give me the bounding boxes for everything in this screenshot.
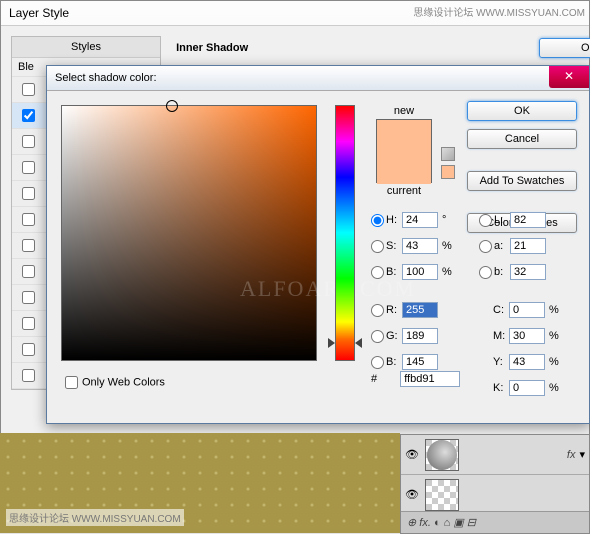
s-radio[interactable] [371,240,384,253]
bl-radio[interactable] [371,356,384,369]
b2-input[interactable] [510,264,546,280]
only-web-colors[interactable]: Only Web Colors [61,373,165,392]
layers-toolbar: ⊕ fx. ◐ ⌂ ▣ ⊟ [401,511,589,533]
b-radio[interactable] [371,266,384,279]
hex-label: # [371,373,377,385]
c-input[interactable] [509,302,545,318]
b-label: B: [386,266,402,278]
gamut-warning-icon[interactable] [441,147,455,161]
style-checkbox[interactable] [22,265,35,278]
m-input[interactable] [509,328,545,344]
hex-input[interactable] [400,371,460,387]
fx-badge[interactable]: fx [567,449,576,461]
inner-shadow-header: Inner Shadow [170,36,248,54]
color-picker-dialog: Select shadow color: ✕ ALFOART.COM new c… [46,65,590,424]
lab-cmyk-inputs: L: a: b: C:% M:% Y:% K:% [479,207,562,401]
style-checkbox[interactable] [22,317,35,330]
style-checkbox[interactable] [22,343,35,356]
layer-style-ok-button[interactable]: OK [539,38,590,58]
current-color[interactable] [377,152,431,184]
k-label: K: [493,382,509,394]
r-input[interactable] [402,302,438,318]
style-checkbox[interactable] [22,135,35,148]
hue-arrow-right-icon[interactable] [355,338,362,348]
bl-input[interactable] [402,354,438,370]
s-input[interactable] [402,238,438,254]
g-label: G: [386,330,402,342]
c-label: C: [493,304,509,316]
style-checkbox[interactable] [22,109,35,122]
a-label: a: [494,240,510,252]
l-input[interactable] [510,212,546,228]
visibility-icon[interactable]: 👁 [405,488,421,501]
l-radio[interactable] [479,214,492,227]
watermark-top: 思缘设计论坛 WWW.MISSYUAN.COM [413,4,585,19]
layer-thumbnail[interactable] [425,439,459,471]
y-input[interactable] [509,354,545,370]
h-label: H: [386,214,402,226]
k-input[interactable] [509,380,545,396]
current-label: current [375,185,433,197]
close-icon[interactable]: ✕ [549,66,589,88]
a-input[interactable] [510,238,546,254]
layer-thumbnail[interactable] [425,479,459,511]
r-label: R: [386,304,402,316]
layers-panel: 👁 fx ▾ 👁 ⊕ fx. ◐ ⌂ ▣ ⊟ [400,434,590,534]
layer-row[interactable]: 👁 fx ▾ [401,435,589,475]
hex-row: # [371,371,460,387]
style-checkbox[interactable] [22,369,35,382]
visibility-icon[interactable]: 👁 [405,448,421,461]
color-field[interactable]: ALFOART.COM [61,105,317,361]
style-checkbox[interactable] [22,239,35,252]
style-checkbox[interactable] [22,213,35,226]
g-radio[interactable] [371,330,384,343]
layer-row[interactable]: 👁 [401,475,589,515]
b2-label: b: [494,266,510,278]
style-checkbox[interactable] [22,291,35,304]
owc-label: Only Web Colors [82,376,165,388]
chevron-down-icon[interactable]: ▾ [579,448,585,461]
picker-title-text: Select shadow color: [55,72,157,84]
layers-icons[interactable]: ⊕ fx. ◐ ⌂ ▣ ⊟ [407,516,476,529]
h-radio[interactable] [371,214,384,227]
r-radio[interactable] [371,304,384,317]
y-label: Y: [493,356,509,368]
ok-button[interactable]: OK [467,101,577,121]
h-input[interactable] [402,212,438,228]
new-color[interactable] [377,120,431,152]
gamut-swatch[interactable] [441,165,455,179]
new-label: new [375,105,433,117]
hue-slider[interactable] [335,105,355,361]
hsb-rgb-inputs: H:° S:% B:% R: G: B: [371,207,454,375]
add-swatches-button[interactable]: Add To Swatches [467,171,577,191]
cancel-button[interactable]: Cancel [467,129,577,149]
hue-arrow-left-icon[interactable] [328,338,335,348]
l-label: L: [494,214,510,226]
a-radio[interactable] [479,240,492,253]
owc-checkbox[interactable] [65,376,78,389]
color-swatch: new current [375,105,433,197]
style-checkbox[interactable] [22,83,35,96]
b-input[interactable] [402,264,438,280]
style-checkbox[interactable] [22,161,35,174]
style-checkbox[interactable] [22,187,35,200]
watermark-bottom: 思缘设计论坛 WWW.MISSYUAN.COM [6,509,184,526]
s-label: S: [386,240,402,252]
styles-header[interactable]: Styles [12,37,160,58]
m-label: M: [493,330,509,342]
picker-titlebar[interactable]: Select shadow color: ✕ [47,66,589,91]
b2-radio[interactable] [479,266,492,279]
color-field-cursor[interactable] [166,100,178,112]
bl-label: B: [386,356,402,368]
g-input[interactable] [402,328,438,344]
